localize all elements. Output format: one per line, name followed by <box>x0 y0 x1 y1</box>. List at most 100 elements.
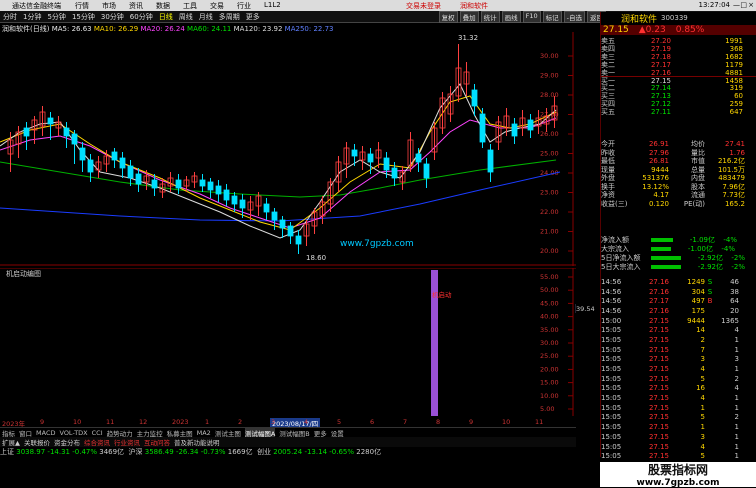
menu-item[interactable]: 行业 <box>237 1 251 11</box>
tab-period[interactable]: 1分钟 <box>20 12 44 22</box>
menu-item[interactable]: 数据 <box>156 1 170 11</box>
info-tab[interactable]: 互动问答 <box>144 437 170 447</box>
tab-period[interactable]: 分时 <box>0 12 20 22</box>
minimize-icon[interactable]: — <box>733 1 740 9</box>
maximize-icon[interactable]: □ <box>740 1 747 9</box>
index-status-bar: 上证 3038.97 -14.31 -0.47% 3469亿 沪深 3586.4… <box>0 447 600 457</box>
sub-y-tick-label: 35.00 <box>540 326 559 334</box>
tick-volume: 4 <box>700 394 705 403</box>
menu-item[interactable]: 资讯 <box>129 1 143 11</box>
info-tab[interactable]: 综合资讯 <box>84 437 110 447</box>
order-price: 27.18 <box>650 52 671 61</box>
info-tab[interactable]: 资金分布 <box>54 437 80 447</box>
info-tab[interactable]: 行业资讯 <box>114 437 140 447</box>
chart-watermark: www.7gpzb.com <box>340 239 414 249</box>
tick-price: 27.15 <box>648 413 669 422</box>
candle-body <box>383 157 390 171</box>
tick-price: 27.15 <box>648 355 669 364</box>
toolbar-button[interactable]: -自选 <box>563 10 585 23</box>
tick-volume: 5 <box>700 413 705 422</box>
stat-value: 26.91 <box>648 140 669 149</box>
candle-body <box>47 117 54 125</box>
x-tick-label: 10 <box>502 418 511 426</box>
sub-y-tick-label: 20.00 <box>540 365 559 373</box>
y-tick-label: 29.00 <box>540 72 559 80</box>
info-tab[interactable]: 普及新功能说明 <box>174 437 220 447</box>
toolbar-button[interactable]: 画线 <box>501 10 521 23</box>
sub-y-tick-label: 50.00 <box>540 286 559 294</box>
x-tick-label: 9 <box>469 418 474 426</box>
toolbar-button[interactable]: F10 <box>522 10 541 23</box>
tick-time: 15:05 <box>601 345 622 354</box>
tab-period[interactable]: 30分钟 <box>98 12 127 22</box>
tick-price: 27.15 <box>648 345 669 354</box>
login-status[interactable]: 交易未登录 <box>406 1 441 11</box>
tab-period[interactable]: 多周期 <box>216 12 243 22</box>
menu-item[interactable]: 工具 <box>183 1 197 11</box>
toolbar-button[interactable]: 标记 <box>542 10 562 23</box>
tick-time: 15:05 <box>601 326 622 335</box>
candle-body <box>135 173 142 185</box>
close-icon[interactable]: × <box>748 1 754 9</box>
tab-period[interactable]: 更多 <box>243 12 263 22</box>
info-tab[interactable]: 关联报价 <box>24 437 50 447</box>
tab-period[interactable]: 15分钟 <box>69 12 98 22</box>
ind-tab[interactable]: 测试主图 <box>215 428 241 438</box>
tick-row: 15:05 27.15 5 1 <box>601 451 756 461</box>
tick-volume: 3 <box>700 355 705 364</box>
menu-item[interactable]: 交易 <box>210 1 224 11</box>
tab-period[interactable]: 月线 <box>196 12 216 22</box>
ind-tab[interactable]: CCI <box>92 429 103 437</box>
ind-tab-active[interactable]: 测试幅图A <box>244 427 276 438</box>
menu-item[interactable]: 市场 <box>102 1 116 11</box>
ind-tab[interactable]: 窗口 <box>19 428 32 438</box>
stock-tab[interactable]: 润和软件 <box>460 1 488 11</box>
tick-price: 27.15 <box>648 335 669 344</box>
ind-tab[interactable]: 测试幅图B <box>279 428 309 438</box>
stat-value: 165.2 <box>724 199 745 208</box>
tab-period[interactable]: 5分钟 <box>44 12 68 22</box>
toolbar-button[interactable]: 叠加 <box>459 10 479 23</box>
tick-time: 15:05 <box>601 442 622 451</box>
order-row[interactable]: 买五 27.11 647 <box>601 108 756 116</box>
ind-tab[interactable]: MA2 <box>197 429 211 437</box>
site-watermark: 股票指标网 www.7gpzb.com <box>600 462 756 488</box>
tab-period[interactable]: 周线 <box>176 12 196 22</box>
tick-row: 15:05 27.15 16 4 <box>601 384 756 394</box>
candle-body <box>239 199 246 209</box>
flow-pct: -2% <box>731 262 745 271</box>
candle-body <box>87 159 94 173</box>
toolbar-button[interactable]: 统计 <box>480 10 500 23</box>
x-tick-label: 1 <box>205 418 210 426</box>
tick-price: 27.17 <box>648 297 669 306</box>
tab-period[interactable]: 60分钟 <box>127 12 156 22</box>
tick-volume: 14 <box>696 326 705 335</box>
tick-time: 14:56 <box>601 277 622 286</box>
tick-count: 1 <box>734 442 739 451</box>
ind-tab[interactable]: 指标 <box>2 428 15 438</box>
ind-tab[interactable]: MACD <box>36 429 55 437</box>
tick-time: 15:05 <box>601 394 622 403</box>
cy-index-change: -13.14 <box>304 448 328 456</box>
ind-tab[interactable]: 趋势动力 <box>107 428 133 438</box>
tick-side: S <box>707 287 713 296</box>
toolbar-button[interactable]: 复权 <box>438 10 458 23</box>
ind-tab[interactable]: VOL-TDX <box>59 429 87 437</box>
tick-price: 27.15 <box>648 365 669 374</box>
sub-y-tick-label: 25.00 <box>540 352 559 360</box>
info-tab[interactable]: 扩展▲ <box>2 437 20 447</box>
candle-body <box>511 123 518 137</box>
tick-price: 27.15 <box>648 423 669 432</box>
ind-tab[interactable]: 私募主图 <box>167 428 193 438</box>
ind-tab[interactable]: 设置 <box>331 428 344 438</box>
candle-body <box>479 113 486 143</box>
menu-item[interactable]: L1L2 <box>264 1 281 11</box>
order-volume: 4881 <box>725 68 743 77</box>
tab-period-active[interactable]: 日线 <box>156 12 176 22</box>
menu-item[interactable]: 行情 <box>75 1 89 11</box>
ind-tab[interactable]: 主力监控 <box>137 428 163 438</box>
indicator-chart[interactable]: 55.00 50.00 45.00 40.00 35.00 30.00 25.00 20.00… <box>0 268 576 416</box>
sz-index-name: 沪深 <box>128 448 143 456</box>
candlestick-chart[interactable]: 30.0029.0028.0027.0026.0025.0024.0023.00… <box>0 32 576 266</box>
ind-tab[interactable]: 更多 <box>314 428 327 438</box>
